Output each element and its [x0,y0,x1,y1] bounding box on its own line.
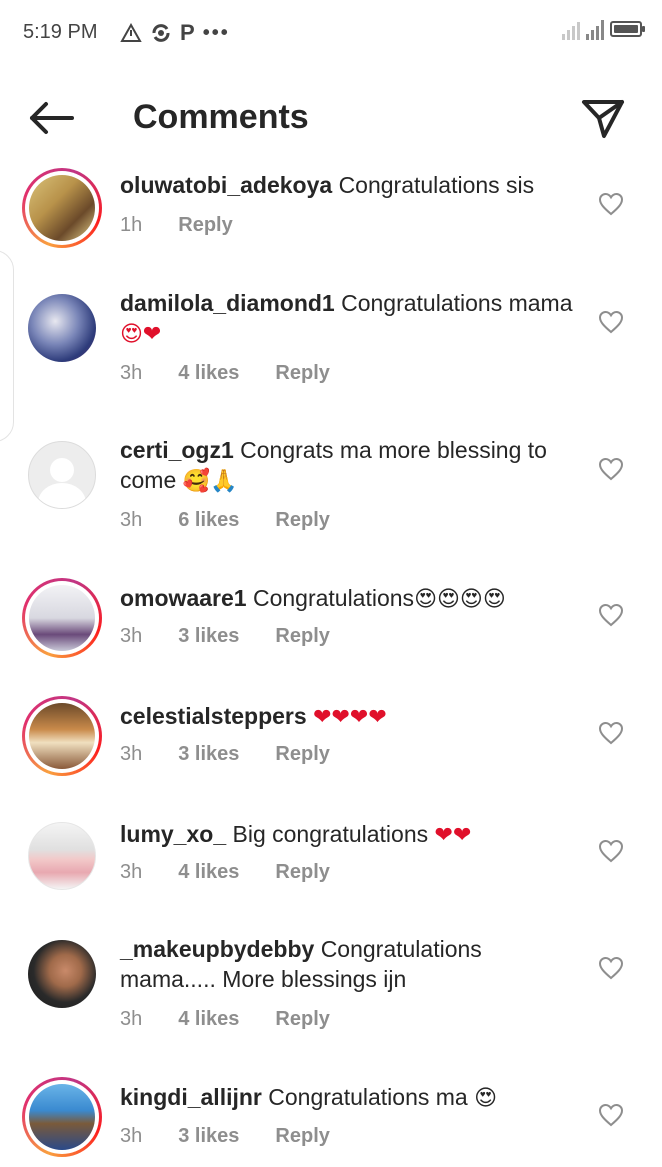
likes-count[interactable]: 3 likes [178,743,239,766]
default-avatar-icon [28,441,96,509]
comment-username[interactable]: celestialsteppers [120,703,307,729]
heart-icon[interactable] [598,603,624,627]
heart-icon[interactable] [598,310,624,334]
p-icon: P [180,20,195,45]
page-title: Comments [133,98,309,136]
status-time: 5:19 PM [23,21,98,43]
heart-icon[interactable] [598,1103,624,1127]
reply-button[interactable]: Reply [275,743,329,766]
heart-icon[interactable] [598,956,624,980]
reply-button[interactable]: Reply [275,1008,329,1031]
likes-count[interactable]: 3 likes [178,625,239,648]
avatar[interactable] [22,696,102,776]
comment-emoji: 😍❤ [120,322,162,347]
reply-button[interactable]: Reply [275,1125,329,1148]
avatar[interactable] [22,168,102,248]
comment-username[interactable]: certi_ogz1 [120,437,234,463]
comment-username[interactable]: _makeupbydebby [120,936,314,962]
comment-username[interactable]: oluwatobi_adekoya [120,172,332,198]
arrow-left-icon[interactable] [26,98,76,138]
reply-button[interactable]: Reply [178,214,232,237]
system-icons [562,18,645,40]
avatar[interactable] [22,578,102,658]
likes-count[interactable]: 3 likes [178,1125,239,1148]
comment-emoji: 😍😍😍😍 [414,587,506,612]
comment-emoji: 😍 [474,1086,498,1111]
comment-username[interactable]: omowaare1 [120,585,247,611]
status-bar: 5:19 PM P ••• [0,0,662,66]
reply-button[interactable]: Reply [275,625,329,648]
header: Comments [0,66,662,166]
comment-time: 3h [120,362,143,384]
heart-icon[interactable] [598,192,624,216]
comment-text: Congratulations mama [341,290,573,316]
heart-icon[interactable] [598,839,624,863]
side-drag-handle[interactable] [0,250,14,442]
comment-text: Congratulations ma [268,1084,468,1110]
heart-icon[interactable] [598,457,624,481]
comment-time: 1h [120,214,143,236]
reply-button[interactable]: Reply [275,362,329,385]
send-icon[interactable] [580,98,626,140]
comment-username[interactable]: lumy_xo_ [120,821,226,847]
likes-count[interactable]: 4 likes [178,362,239,385]
avatar[interactable] [22,435,102,515]
comment-time: 3h [120,1008,143,1030]
comment-username[interactable]: kingdi_allijnr [120,1084,262,1110]
likes-count[interactable]: 6 likes [178,509,239,532]
avatar[interactable] [22,1077,102,1157]
reply-button[interactable]: Reply [275,861,329,884]
triangle-icon [120,23,142,42]
avatar[interactable] [22,816,102,896]
comment-text: Big congratulations [232,821,429,847]
heart-icon[interactable] [598,721,624,745]
comment-time: 3h [120,625,143,647]
comment-emoji: 🥰🙏 [182,469,238,494]
comment-emoji: ❤❤ [434,823,472,848]
signal-icon [562,18,580,40]
likes-count[interactable]: 4 likes [178,1008,239,1031]
likes-count[interactable]: 4 likes [178,861,239,884]
reply-button[interactable]: Reply [275,509,329,532]
comment-emoji: ❤❤❤❤ [313,705,387,730]
comment-time: 3h [120,743,143,765]
notification-icons: P ••• [120,20,230,46]
signal-icon [586,18,604,40]
battery-icon [610,21,645,37]
avatar[interactable] [22,934,102,1014]
comment-username[interactable]: damilola_diamond1 [120,290,335,316]
avatar[interactable] [22,288,102,368]
comment-text: Congratulations [252,585,415,611]
comment-time: 3h [120,1125,143,1147]
sync-icon [152,24,170,42]
comment-time: 3h [120,509,143,531]
more-dots-icon: ••• [202,21,230,44]
comment-time: 3h [120,861,143,883]
comment-text: Congratulations sis [338,172,535,198]
